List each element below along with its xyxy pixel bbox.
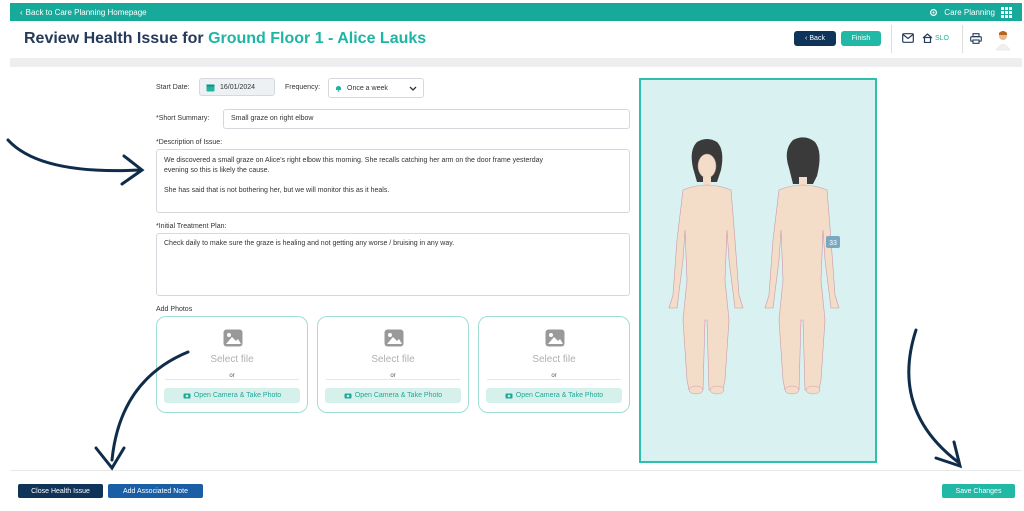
body-marker-label: 33 (829, 240, 837, 247)
summary-label: *Short Summary: (156, 115, 210, 122)
description-line: evening so this is likely the cause. (164, 167, 270, 174)
arrow-to-save-button (907, 328, 960, 464)
photo-upload-card[interactable]: Select file or Open Camera & Take Photo (478, 316, 630, 413)
or-label: or (390, 373, 396, 379)
divider (326, 379, 460, 380)
photo-upload-card[interactable]: Select file or Open Camera & Take Photo (317, 316, 469, 413)
select-file-button[interactable]: Select file (479, 354, 629, 365)
or-label: or (229, 373, 235, 379)
printer-icon[interactable] (970, 33, 982, 44)
bell-icon (336, 85, 341, 92)
body-back[interactable] (764, 137, 840, 395)
body-front[interactable] (668, 139, 744, 395)
page-title: Review Health Issue for Ground Floor 1 -… (24, 30, 426, 48)
open-camera-label: Open Camera & Take Photo (354, 392, 443, 399)
add-photos-label: Add Photos (156, 306, 193, 313)
gear-icon[interactable] (929, 8, 938, 17)
photo-upload-card[interactable]: Select file or Open Camera & Take Photo (156, 316, 308, 413)
body-marker[interactable]: 33 (826, 236, 840, 248)
arrow-to-description (6, 138, 142, 173)
open-camera-button[interactable]: Open Camera & Take Photo (164, 388, 300, 403)
treatment-plan-label: *Initial Treatment Plan: (156, 223, 227, 230)
add-associated-note-button[interactable]: Add Associated Note (108, 484, 203, 498)
mail-icon[interactable] (902, 33, 914, 43)
resident-name: Ground Floor 1 - Alice Lauks (208, 30, 427, 47)
start-date-value: 16/01/2024 (220, 83, 256, 91)
camera-icon (183, 393, 191, 399)
page-header: Review Health Issue for Ground Floor 1 -… (10, 21, 1022, 59)
start-date-label: Start Date: (156, 84, 190, 91)
back-button-label: Back (809, 35, 825, 42)
back-to-homepage-link[interactable]: ‹ Back to Care Planning Homepage (20, 8, 147, 17)
select-file-button[interactable]: Select file (318, 354, 468, 365)
open-camera-button[interactable]: Open Camera & Take Photo (325, 388, 461, 403)
home-link[interactable]: SLO (922, 33, 949, 43)
camera-icon (505, 393, 513, 399)
description-line: She has said that is not bothering her, … (164, 187, 390, 194)
save-changes-button[interactable]: Save Changes (942, 484, 1015, 498)
chevron-left-icon: ‹ (20, 7, 23, 17)
arrow-to-save-button-head (934, 440, 963, 469)
description-textarea[interactable]: We discovered a small graze on Alice's r… (156, 149, 630, 213)
back-button[interactable]: ‹ Back (794, 31, 836, 46)
treatment-plan-textarea[interactable]: Check daily to make sure the graze is he… (156, 233, 630, 296)
frequency-label: Frequency: (285, 84, 321, 91)
care-planning-label[interactable]: Care Planning (944, 8, 995, 17)
back-to-homepage-label: Back to Care Planning Homepage (25, 7, 147, 17)
open-camera-label: Open Camera & Take Photo (515, 392, 604, 399)
chevron-left-icon: ‹ (805, 35, 808, 42)
divider (487, 379, 621, 380)
arrow-to-close-button-head (94, 446, 126, 471)
open-camera-button[interactable]: Open Camera & Take Photo (486, 388, 622, 403)
apps-grid-icon[interactable] (1001, 6, 1012, 18)
body-map-panel[interactable]: 33 (639, 78, 877, 463)
camera-icon (344, 393, 352, 399)
header-divider (891, 25, 892, 53)
summary-input[interactable]: Small graze on right elbow (223, 109, 630, 129)
description-label: *Description of Issue: (156, 139, 223, 146)
frequency-value: Once a week (347, 84, 388, 92)
frequency-select[interactable]: Once a week (328, 78, 424, 98)
top-bar: ‹ Back to Care Planning Homepage Care Pl… (10, 3, 1022, 21)
arrow-to-description-head (120, 154, 145, 186)
body-map[interactable]: 33 (641, 80, 875, 461)
footer-divider (10, 470, 1022, 471)
or-label: or (551, 373, 557, 379)
user-avatar[interactable] (992, 29, 1014, 51)
select-file-button[interactable]: Select file (157, 354, 307, 365)
image-icon (384, 329, 404, 347)
finish-button[interactable]: Finish (841, 31, 881, 46)
image-icon (223, 329, 243, 347)
header-divider (962, 25, 963, 53)
divider (165, 379, 299, 380)
open-camera-label: Open Camera & Take Photo (193, 392, 282, 399)
header-spacer (10, 59, 1022, 67)
home-label: SLO (935, 34, 950, 42)
chevron-down-icon (409, 86, 417, 91)
description-line: We discovered a small graze on Alice's r… (164, 157, 543, 164)
calendar-icon (206, 84, 215, 91)
title-prefix: Review Health Issue for (24, 30, 209, 47)
image-icon (545, 329, 565, 347)
close-health-issue-button[interactable]: Close Health Issue (18, 484, 103, 498)
start-date-field[interactable]: 16/01/2024 (199, 78, 275, 96)
home-icon (922, 33, 933, 43)
